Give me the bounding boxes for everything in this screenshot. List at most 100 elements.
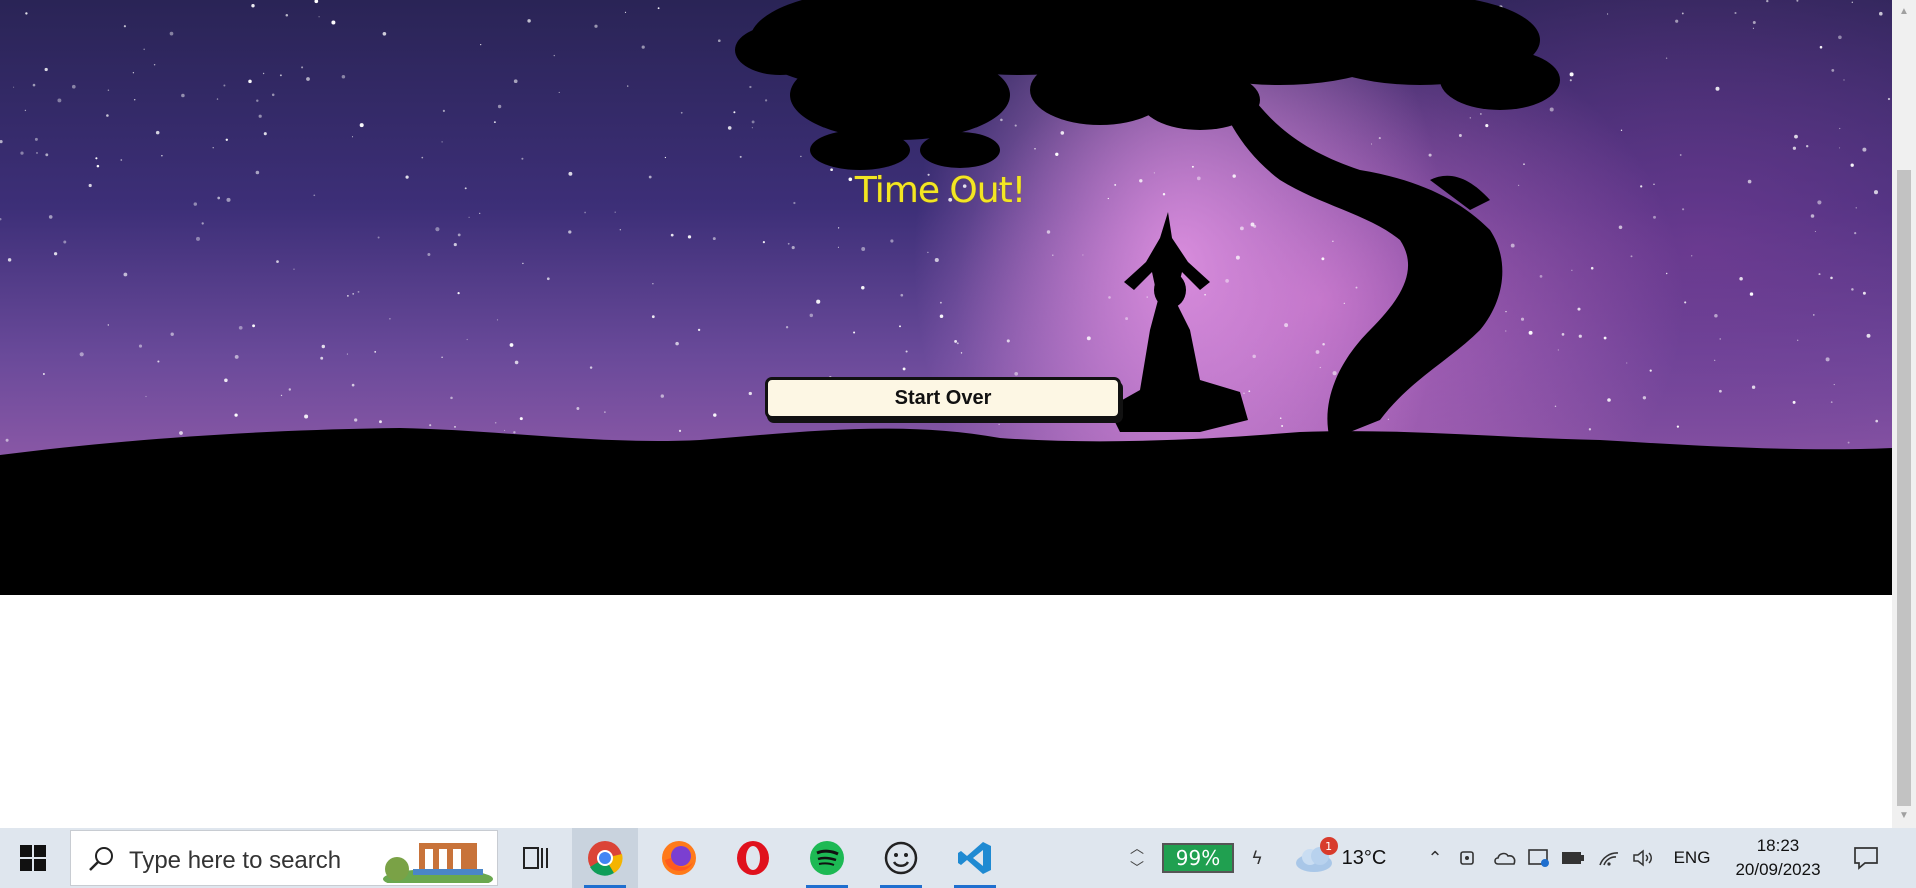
star (1681, 12, 1684, 15)
star (5, 438, 9, 442)
scroll-down-arrow-icon[interactable]: ▼ (1899, 810, 1909, 821)
star (1714, 359, 1716, 361)
vertical-scrollbar[interactable]: ▲ ▼ (1892, 0, 1916, 828)
defender-icon[interactable] (1522, 828, 1556, 888)
wifi-icon[interactable] (1592, 828, 1626, 888)
star (1691, 255, 1693, 257)
star (341, 75, 346, 79)
star (1797, 339, 1799, 341)
scroll-up-arrow-icon[interactable]: ▲ (1899, 6, 1909, 17)
star (927, 251, 929, 254)
star (95, 157, 98, 160)
scroll-thumb[interactable] (1897, 170, 1911, 806)
star (1343, 302, 1345, 304)
star (24, 109, 27, 112)
spotify-icon[interactable] (794, 828, 860, 888)
star (1875, 419, 1879, 423)
clock[interactable]: 18:23 20/09/2023 (1722, 828, 1834, 888)
volume-icon[interactable] (1626, 828, 1660, 888)
star (1887, 97, 1891, 101)
star (1281, 425, 1284, 427)
star (442, 109, 445, 112)
star (161, 155, 163, 157)
smiley-app-icon[interactable] (868, 828, 934, 888)
star (1817, 200, 1822, 205)
weather-widget[interactable]: 1 13°C (1290, 828, 1390, 888)
star (441, 356, 443, 358)
star (1235, 255, 1240, 260)
star (1810, 214, 1815, 218)
star (382, 31, 387, 36)
chrome-icon[interactable] (572, 828, 638, 888)
star (352, 293, 355, 295)
star (170, 332, 174, 336)
star (351, 136, 354, 138)
opera-icon[interactable] (720, 828, 786, 888)
clock-date: 20/09/2023 (1735, 860, 1821, 879)
star (429, 424, 432, 427)
star (1055, 152, 1059, 156)
star (223, 84, 226, 87)
star (238, 325, 243, 330)
start-over-button[interactable]: Start Over (765, 377, 1121, 419)
meet-now-icon[interactable] (1452, 828, 1486, 888)
star (514, 360, 519, 365)
firefox-icon[interactable] (646, 828, 712, 888)
star (1458, 134, 1462, 137)
star (1125, 317, 1129, 321)
star (680, 111, 683, 114)
star (1838, 147, 1841, 149)
star (1792, 146, 1797, 150)
language-indicator[interactable]: ENG (1662, 828, 1722, 888)
tray-scroll-arrows-icon[interactable]: ︿ ﹀ (1124, 828, 1150, 888)
star (374, 351, 377, 353)
star (1569, 79, 1572, 82)
star (648, 175, 652, 179)
star (749, 85, 752, 89)
onedrive-icon[interactable] (1488, 828, 1522, 888)
star (1806, 145, 1809, 148)
browser-viewport: Time Out! Start Over (0, 0, 1892, 828)
star (179, 431, 183, 435)
star (939, 314, 944, 319)
star (509, 343, 514, 347)
windows-start-icon[interactable] (0, 828, 66, 888)
star (1715, 86, 1720, 91)
star (359, 123, 364, 128)
star (960, 352, 963, 354)
star (998, 423, 1000, 426)
star (809, 313, 814, 318)
star (1819, 45, 1823, 49)
star (157, 360, 160, 363)
star (466, 338, 468, 341)
taskbar-search-box[interactable]: Type here to search (70, 830, 498, 888)
battery-widget[interactable]: 99% (1152, 828, 1244, 888)
star (1510, 243, 1515, 248)
star (1607, 13, 1609, 15)
star (1684, 301, 1687, 304)
star (1719, 338, 1721, 340)
star (1107, 197, 1109, 200)
star (568, 230, 572, 234)
star (1665, 272, 1668, 275)
star (1796, 0, 1799, 2)
task-view-icon[interactable] (510, 828, 562, 888)
notification-center-icon[interactable] (1836, 828, 1896, 888)
star (713, 413, 717, 417)
star (1243, 392, 1245, 395)
clock-time: 18:23 (1756, 836, 1800, 855)
star (318, 16, 320, 18)
show-hidden-icons-icon[interactable]: ⌃ (1418, 828, 1452, 888)
chevron-down-icon[interactable]: ﹀ (1130, 858, 1144, 878)
star (181, 93, 185, 98)
star (712, 237, 716, 241)
star (1843, 79, 1845, 81)
vscode-icon[interactable] (942, 828, 1008, 888)
star (314, 0, 319, 4)
battery-tray-icon[interactable] (1556, 828, 1590, 888)
temperature: 13°C (1341, 846, 1387, 869)
star (0, 139, 3, 144)
chevron-up-icon[interactable]: ︿ (1130, 838, 1144, 858)
star (479, 212, 481, 215)
star (1752, 27, 1754, 29)
